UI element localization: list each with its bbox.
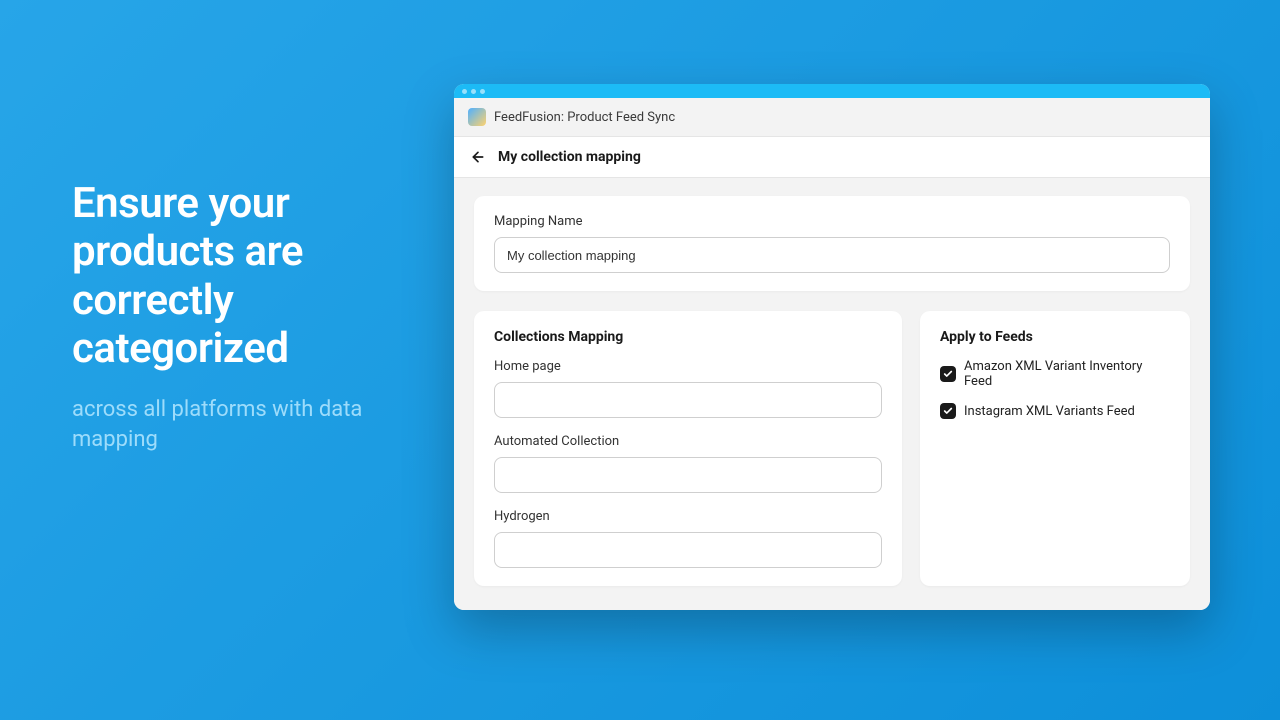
feed-label: Instagram XML Variants Feed xyxy=(964,404,1135,419)
traffic-light-dot xyxy=(471,89,476,94)
feed-label: Amazon XML Variant Inventory Feed xyxy=(964,359,1170,389)
apply-to-feeds-title: Apply to Feeds xyxy=(940,329,1170,345)
app-icon xyxy=(468,108,486,126)
hero-copy: Ensure your products are correctly categ… xyxy=(72,180,412,455)
collections-mapping-title: Collections Mapping xyxy=(494,329,882,345)
collections-mapping-card: Collections Mapping Home page Automated … xyxy=(474,311,902,586)
apply-to-feeds-card: Apply to Feeds Amazon XML Variant Invent… xyxy=(920,311,1190,586)
back-arrow-icon[interactable] xyxy=(470,149,486,165)
collection-input-home-page[interactable] xyxy=(494,382,882,418)
feed-checkbox-amazon[interactable] xyxy=(940,366,956,382)
traffic-light-dot xyxy=(462,89,467,94)
collection-label: Automated Collection xyxy=(494,434,882,449)
collection-field: Automated Collection xyxy=(494,434,882,493)
mapping-name-label: Mapping Name xyxy=(494,214,1170,229)
app-title: FeedFusion: Product Feed Sync xyxy=(494,110,675,125)
collection-label: Hydrogen xyxy=(494,509,882,524)
collection-field: Hydrogen xyxy=(494,509,882,568)
traffic-light-dot xyxy=(480,89,485,94)
collection-label: Home page xyxy=(494,359,882,374)
feed-row: Amazon XML Variant Inventory Feed xyxy=(940,359,1170,389)
page-content: Mapping Name Collections Mapping Home pa… xyxy=(454,178,1210,610)
hero-subline: across all platforms with data mapping xyxy=(72,395,412,454)
collection-input-automated[interactable] xyxy=(494,457,882,493)
window-titlebar xyxy=(454,84,1210,98)
feed-row: Instagram XML Variants Feed xyxy=(940,403,1170,419)
collection-field: Home page xyxy=(494,359,882,418)
mapping-name-input[interactable] xyxy=(494,237,1170,273)
collection-input-hydrogen[interactable] xyxy=(494,532,882,568)
app-header: FeedFusion: Product Feed Sync xyxy=(454,98,1210,136)
page-title: My collection mapping xyxy=(498,149,641,165)
hero-headline: Ensure your products are correctly categ… xyxy=(72,180,412,373)
page-header: My collection mapping xyxy=(454,136,1210,178)
app-window: FeedFusion: Product Feed Sync My collect… xyxy=(454,84,1210,610)
feed-checkbox-instagram[interactable] xyxy=(940,403,956,419)
mapping-name-card: Mapping Name xyxy=(474,196,1190,291)
